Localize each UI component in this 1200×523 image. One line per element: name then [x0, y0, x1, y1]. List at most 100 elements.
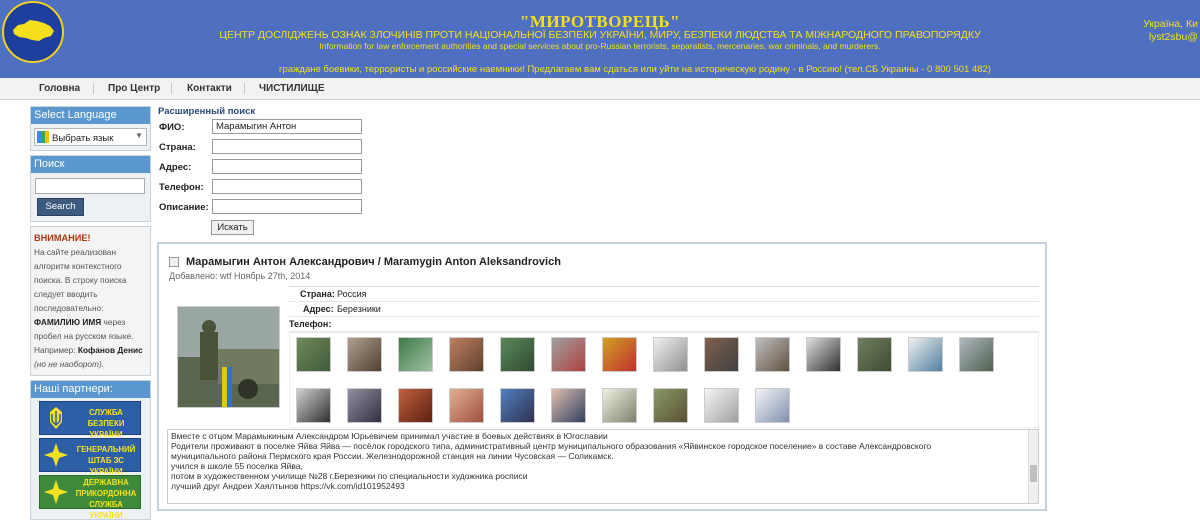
gallery-thumb[interactable] — [449, 337, 484, 372]
field-row-country: Страна: Россия — [289, 287, 1039, 302]
gallery-thumb[interactable] — [704, 388, 739, 423]
partner-gs-line2: ШТАБ ЗС УКРАЇНИ — [88, 456, 124, 476]
sidebar-search-button[interactable]: Search — [37, 198, 84, 216]
document-icon — [169, 257, 179, 267]
result-country-value: Россия — [337, 289, 367, 299]
search-submit-button[interactable]: Искать — [211, 220, 254, 235]
address-input[interactable] — [212, 159, 362, 174]
description-line[interactable]: лучший друг Андреи Хаялтынов https://vk.… — [171, 481, 1026, 491]
partners-widget-title: Наші партнери: — [31, 381, 150, 398]
photo-gallery — [289, 332, 1039, 428]
result-address-value: Березники — [337, 304, 381, 314]
gallery-thumb[interactable] — [959, 337, 994, 372]
partner-border-guard[interactable]: ДЕРЖАВНА ПРИКОРДОННА СЛУЖБА УКРАЇНИ — [39, 475, 141, 520]
language-select[interactable]: Выбрать язык ▼ — [34, 128, 147, 146]
gallery-thumb[interactable] — [653, 388, 688, 423]
phone-label: Телефон: — [159, 182, 204, 193]
field-row-address: Адрес: Березники — [289, 302, 1039, 317]
trident-emblem-icon — [50, 407, 62, 429]
border-guard-emblem-icon — [44, 480, 68, 504]
main-photo-image — [178, 307, 279, 407]
result-date: Добавлено: wtf Ноябрь 27th, 2014 — [169, 271, 311, 281]
address-label: Адрес: — [159, 162, 192, 173]
field-row-phone: Телефон: — [289, 317, 1039, 332]
nav-item-contacts[interactable]: Контакти — [187, 83, 232, 94]
search-notice: ВНИМАНИЕ! На сайте реализован алгоритм к… — [30, 226, 151, 376]
description-line: Вместе с отцом Марамыкиным Александром Ю… — [171, 431, 608, 441]
description-input[interactable] — [212, 199, 362, 214]
nav-separator — [93, 83, 94, 94]
search-result-card: Марамыгин Антон Александрович / Maramygi… — [157, 242, 1047, 511]
fio-input[interactable] — [212, 119, 362, 134]
language-widget: Select Language Выбрать язык ▼ — [30, 106, 151, 151]
gallery-thumb[interactable] — [398, 337, 433, 372]
result-description[interactable]: Вместе с отцом Марамыкиным Александром Ю… — [167, 429, 1039, 504]
gallery-thumb[interactable] — [602, 337, 637, 372]
nav-item-home[interactable]: Головна — [39, 83, 80, 94]
nav-item-about[interactable]: Про Центр — [108, 83, 160, 94]
partner-bg-line3: СЛУЖБА УКРАЇНИ — [89, 500, 123, 520]
description-line: учился в школе 55 поселка Яйва, — [171, 461, 303, 471]
gallery-thumb[interactable] — [347, 388, 382, 423]
description-line: потом в художественном училище №28 г.Бер… — [171, 471, 528, 481]
site-slogan: граждане боевики, террористы и российски… — [279, 64, 991, 75]
fio-label: ФИО: — [159, 122, 185, 133]
result-country-label: Страна: — [300, 289, 335, 299]
gallery-thumb[interactable] — [347, 337, 382, 372]
gallery-thumb[interactable] — [398, 388, 433, 423]
partner-bg-line2: ПРИКОРДОННА — [75, 489, 137, 498]
gallery-thumb[interactable] — [806, 337, 841, 372]
army-emblem-icon — [44, 443, 68, 467]
main-nav: Головна Про Центр Контакти ЧИСТИЛИЩЕ — [0, 78, 1200, 100]
gallery-thumb[interactable] — [653, 337, 688, 372]
header-corner: Україна, Ки lyst2sbu@ — [1143, 18, 1198, 44]
gallery-thumb[interactable] — [755, 388, 790, 423]
site-info-line: Information for law enforcement authorit… — [319, 41, 881, 51]
gallery-thumb[interactable] — [704, 337, 739, 372]
gallery-thumb[interactable] — [449, 388, 484, 423]
notice-warning: ВНИМАНИЕ! — [34, 233, 91, 243]
partner-sbu[interactable]: СЛУЖБА БЕЗПЕКИ УКРАЇНИ — [39, 401, 141, 439]
result-phone-label: Телефон: — [289, 319, 332, 329]
description-line: муниципального района Пермского края Рос… — [171, 451, 614, 461]
sidebar: Select Language Выбрать язык ▼ Поиск Sea… — [30, 106, 151, 523]
gallery-thumb[interactable] — [857, 337, 892, 372]
partner-sbu-line1: СЛУЖБА БЕЗПЕКИ — [87, 408, 125, 428]
notice-italic: (но не наоборот). — [34, 359, 105, 369]
scrollbar-thumb[interactable] — [1030, 465, 1037, 482]
description-scrollbar[interactable] — [1028, 430, 1038, 503]
country-input[interactable] — [212, 139, 362, 154]
partner-gs-line1: ГЕНЕРАЛЬНИЙ — [76, 445, 136, 454]
gallery-thumb[interactable] — [551, 337, 586, 372]
phone-input[interactable] — [212, 179, 362, 194]
gallery-thumb[interactable] — [755, 337, 790, 372]
corner-email[interactable]: lyst2sbu@ — [1143, 31, 1198, 44]
nav-separator — [244, 83, 245, 94]
gallery-thumb[interactable] — [908, 337, 943, 372]
main-photo[interactable] — [177, 306, 280, 408]
sidebar-search-input[interactable] — [35, 178, 145, 194]
chevron-down-icon: ▼ — [135, 131, 143, 140]
nav-separator — [171, 83, 172, 94]
language-select-value: Выбрать язык — [52, 133, 114, 144]
language-widget-title: Select Language — [31, 107, 150, 124]
search-widget-title: Поиск — [31, 156, 150, 173]
site-header: "МИРОТВОРЕЦЬ" ЦЕНТР ДОСЛІДЖЕНЬ ОЗНАК ЗЛО… — [0, 0, 1200, 78]
notice-bold-2: Кофанов Денис — [77, 345, 143, 355]
google-translate-icon — [37, 131, 49, 143]
result-title[interactable]: Марамыгин Антон Александрович / Maramygi… — [186, 256, 561, 268]
country-label: Страна: — [159, 142, 196, 153]
description-label: Описание: — [159, 202, 209, 213]
result-address-label: Адрес: — [303, 304, 334, 314]
gallery-thumb[interactable] — [296, 388, 331, 423]
search-widget: Поиск Search — [30, 155, 151, 222]
site-subtitle: ЦЕНТР ДОСЛІДЖЕНЬ ОЗНАК ЗЛОЧИНІВ ПРОТИ НА… — [219, 29, 981, 41]
partner-general-staff[interactable]: ГЕНЕРАЛЬНИЙ ШТАБ ЗС УКРАЇНИ — [39, 438, 141, 476]
gallery-thumb[interactable] — [500, 337, 535, 372]
gallery-thumb[interactable] — [551, 388, 586, 423]
gallery-thumb[interactable] — [500, 388, 535, 423]
gallery-thumb[interactable] — [602, 388, 637, 423]
gallery-thumb[interactable] — [296, 337, 331, 372]
notice-text-1: На сайте реализован алгоритм контекстног… — [34, 247, 127, 313]
nav-item-purgatory[interactable]: ЧИСТИЛИЩЕ — [259, 83, 325, 94]
